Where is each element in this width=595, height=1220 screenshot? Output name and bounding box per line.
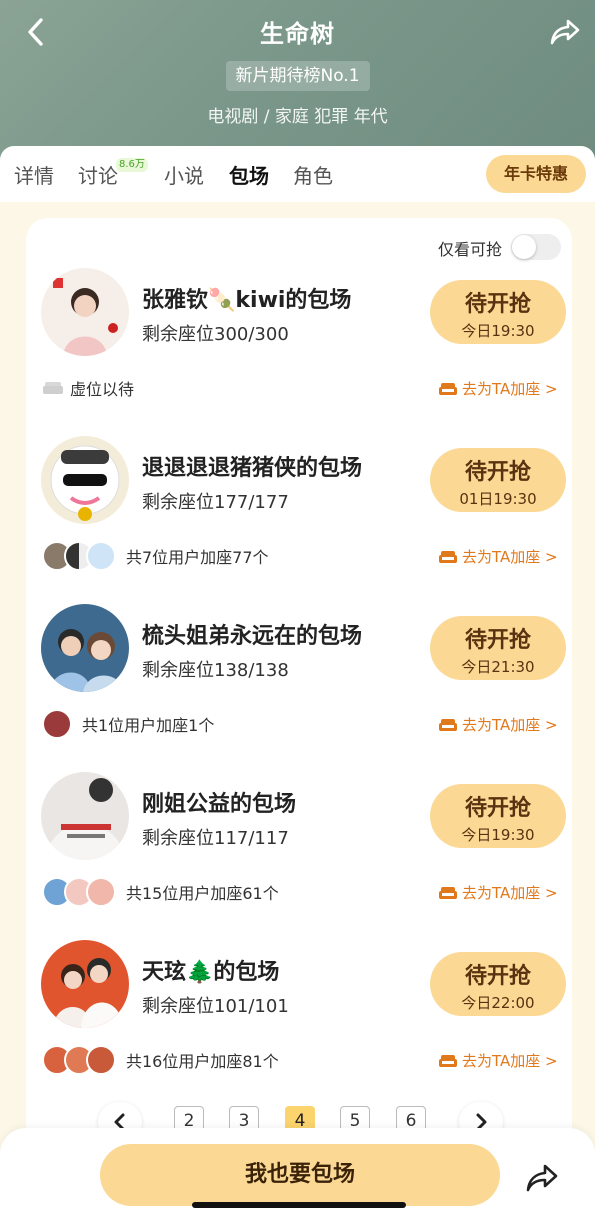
add-seat-link[interactable]: 去为TA加座 > — [438, 546, 558, 567]
tab-details[interactable]: 详情 — [14, 160, 54, 189]
sofa-icon — [439, 718, 457, 731]
list-item[interactable]: 梳头姐弟永远在的包场 剩余座位138/138 待开抢 今日21:30 共1位用户… — [26, 604, 572, 772]
add-seat-text: 去为TA加座 > — [462, 1052, 558, 1070]
wait-label: 待开抢 — [464, 460, 531, 485]
tab-novel[interactable]: 小说 — [164, 160, 204, 189]
header: 生命树 新片期待榜No.1 电视剧 / 家庭 犯罪 年代 — [0, 0, 595, 160]
wait-grab-button[interactable]: 待开抢 今日19:30 — [430, 784, 566, 848]
join-info: 共15位用户加座61个 — [42, 877, 279, 907]
wait-label: 待开抢 — [464, 628, 531, 653]
tab-discussion[interactable]: 讨论 — [78, 160, 118, 189]
avatar — [41, 268, 129, 356]
start-time: 01日19:30 — [459, 490, 537, 508]
seat-count: 剩余座位117/117 — [142, 828, 289, 849]
mini-avatar — [86, 877, 116, 907]
entry-name: 张雅钦🍡kiwi的包场 — [142, 288, 352, 313]
sofa-icon — [439, 886, 457, 899]
entry-name: 退退退退猪猪侠的包场 — [142, 456, 363, 481]
join-info: 共16位用户加座81个 — [42, 1045, 279, 1075]
wait-grab-button[interactable]: 待开抢 今日19:30 — [430, 280, 566, 344]
add-seat-link[interactable]: 去为TA加座 > — [438, 1050, 558, 1071]
wait-label: 待开抢 — [464, 964, 531, 989]
wait-grab-button[interactable]: 待开抢 01日19:30 — [430, 448, 566, 512]
start-time: 今日19:30 — [461, 322, 535, 340]
start-time: 今日22:00 — [461, 994, 535, 1012]
sofa-icon — [439, 1054, 457, 1067]
share-button-bottom[interactable] — [520, 1158, 564, 1198]
list-item[interactable]: 退退退退猪猪侠的包场 剩余座位177/177 待开抢 01日19:30 共7位用… — [26, 436, 572, 604]
seat-count: 剩余座位177/177 — [142, 492, 289, 513]
user-avatars — [42, 709, 72, 739]
tab-roles[interactable]: 角色 — [293, 160, 333, 189]
user-avatars — [42, 1045, 116, 1075]
yearcard-promo-button[interactable]: 年卡特惠 — [486, 155, 586, 193]
rank-badge[interactable]: 新片期待榜No.1 — [225, 61, 370, 91]
wait-grab-button[interactable]: 待开抢 今日22:00 — [430, 952, 566, 1016]
seat-count: 剩余座位300/300 — [142, 324, 289, 345]
sofa-icon — [439, 382, 457, 395]
sofa-placeholder-icon — [43, 382, 63, 394]
available-only-toggle[interactable] — [511, 234, 561, 260]
create-screening-button[interactable]: 我也要包场 — [100, 1144, 500, 1206]
list-item[interactable]: 天玹🌲的包场 剩余座位101/101 待开抢 今日22:00 共16位用户加座8… — [26, 940, 572, 1108]
join-info: 共1位用户加座1个 — [42, 709, 214, 739]
add-seat-text: 去为TA加座 > — [462, 548, 558, 566]
seat-count: 剩余座位138/138 — [142, 660, 289, 681]
avatar — [41, 772, 129, 860]
mini-avatar — [86, 541, 116, 571]
join-text: 共7位用户加座77个 — [126, 548, 269, 567]
add-seat-text: 去为TA加座 > — [462, 716, 558, 734]
share-icon — [550, 19, 580, 45]
wait-label: 待开抢 — [464, 292, 531, 317]
add-seat-text: 去为TA加座 > — [462, 380, 558, 398]
tab-bar: 详情 讨论 8.6万 小说 包场 角色 年卡特惠 — [0, 146, 595, 202]
sofa-icon — [439, 550, 457, 563]
toggle-knob — [512, 235, 536, 259]
list-item[interactable]: 刚姐公益的包场 剩余座位117/117 待开抢 今日19:30 共15位用户加座… — [26, 772, 572, 940]
join-text: 共15位用户加座61个 — [126, 884, 279, 903]
join-info: 虚位以待 — [42, 373, 134, 403]
filter-label: 仅看可抢 — [438, 240, 503, 259]
page-title: 生命树 — [260, 20, 335, 48]
join-text: 虚位以待 — [70, 380, 135, 399]
share-button[interactable] — [547, 14, 583, 50]
avatar — [41, 940, 129, 1028]
avatar — [41, 436, 129, 524]
start-time: 今日21:30 — [461, 658, 535, 676]
wait-grab-button[interactable]: 待开抢 今日21:30 — [430, 616, 566, 680]
user-avatars — [42, 877, 116, 907]
entry-name: 刚姐公益的包场 — [142, 792, 297, 817]
discussion-count-badge: 8.6万 — [116, 158, 148, 172]
share-icon — [526, 1164, 558, 1192]
bottom-bar: 我也要包场 — [0, 1128, 595, 1220]
add-seat-link[interactable]: 去为TA加座 > — [438, 378, 558, 399]
list-item[interactable]: 张雅钦🍡kiwi的包场 剩余座位300/300 待开抢 今日19:30 虚位以待… — [26, 268, 572, 436]
mini-avatar — [42, 709, 72, 739]
screening-list-card: 仅看可抢 张雅钦🍡kiwi的包场 剩余座位300/300 待开抢 今日19:30… — [26, 218, 572, 1178]
genre-line: 电视剧 / 家庭 犯罪 年代 — [207, 107, 388, 127]
home-indicator — [192, 1202, 406, 1208]
user-avatars — [42, 541, 116, 571]
join-text: 共1位用户加座1个 — [82, 716, 215, 735]
entry-name: 梳头姐弟永远在的包场 — [142, 624, 363, 649]
join-text: 共16位用户加座81个 — [126, 1052, 279, 1071]
join-info: 共7位用户加座77个 — [42, 541, 269, 571]
seat-count: 剩余座位101/101 — [142, 996, 289, 1017]
wait-label: 待开抢 — [464, 796, 531, 821]
add-seat-link[interactable]: 去为TA加座 > — [438, 714, 558, 735]
start-time: 今日19:30 — [461, 826, 535, 844]
entry-name: 天玹🌲的包场 — [142, 960, 280, 985]
avatar — [41, 604, 129, 692]
mini-avatar — [86, 1045, 116, 1075]
tab-screening[interactable]: 包场 — [229, 160, 269, 189]
add-seat-text: 去为TA加座 > — [462, 884, 558, 902]
add-seat-link[interactable]: 去为TA加座 > — [438, 882, 558, 903]
